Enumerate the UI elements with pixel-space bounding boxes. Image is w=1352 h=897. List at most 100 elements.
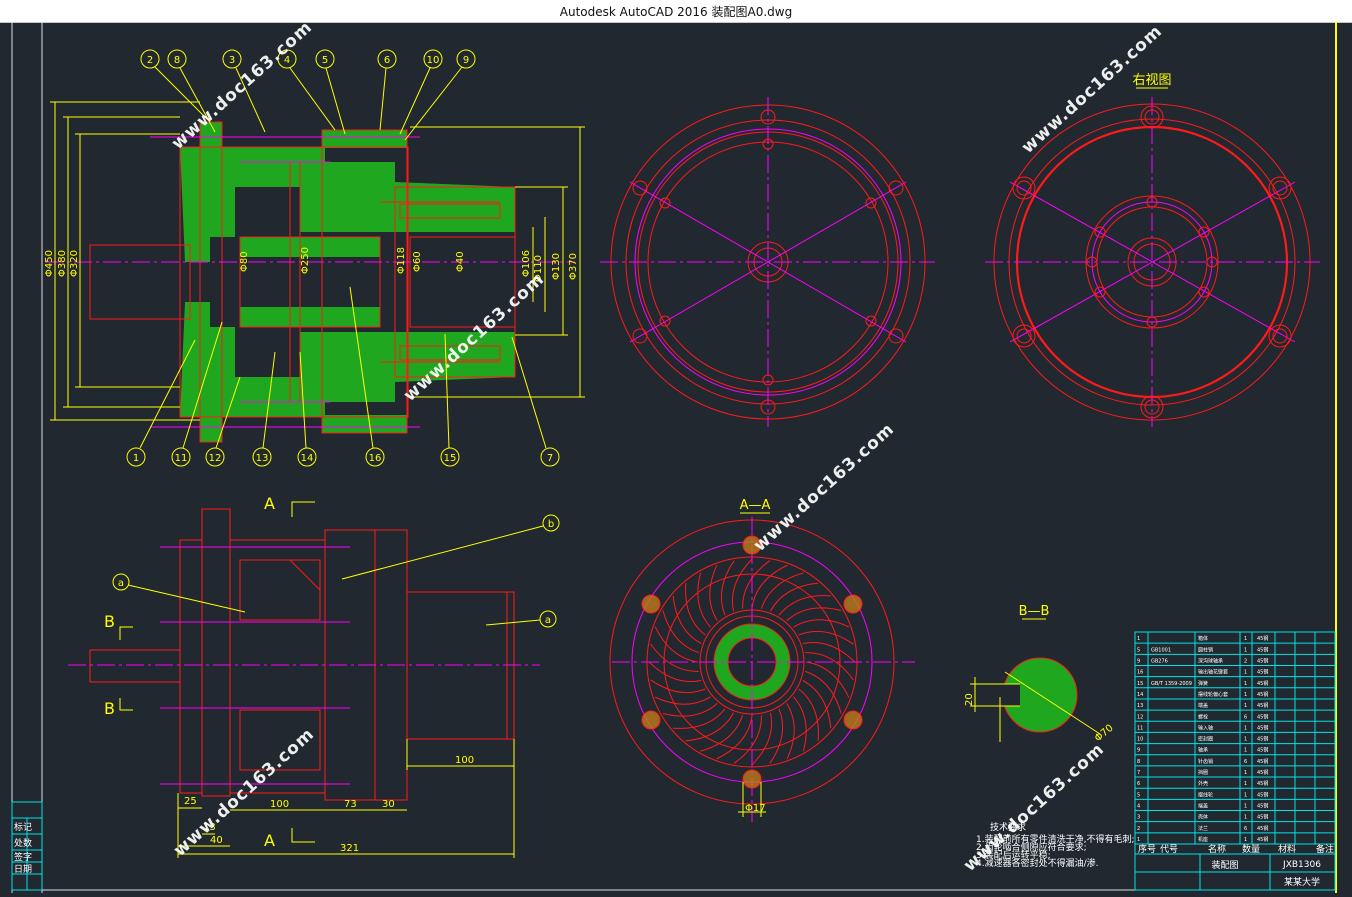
cycloid-tooth xyxy=(720,560,735,616)
leader-a2: a xyxy=(545,615,551,626)
bom-cell-no: 3 xyxy=(1137,815,1140,821)
dim-phi380: Φ380 xyxy=(57,250,68,277)
dim-phi450: Φ450 xyxy=(44,250,55,277)
balloon-9: 9 xyxy=(463,55,469,66)
company: 某某大学 xyxy=(1284,876,1320,888)
section-bb-title: B—B xyxy=(1019,604,1050,619)
bom-cell-mat: 45钢 xyxy=(1257,814,1268,821)
left-end-view[interactable] xyxy=(600,97,935,427)
bom-cell-mat: 45钢 xyxy=(1257,780,1268,787)
bom-cell-mat: 45钢 xyxy=(1257,713,1268,720)
bom-cell-no: 1 xyxy=(1137,837,1140,843)
dim-phi130: Φ130 xyxy=(551,253,562,280)
strip-label-2: 签字 xyxy=(14,851,32,863)
cycloid-tooth xyxy=(805,652,854,681)
cycloid-tooth xyxy=(798,688,819,742)
bom-cell-qty: 1 xyxy=(1244,636,1247,642)
balloon-14: 14 xyxy=(301,453,314,464)
balloon-1: 1 xyxy=(133,453,139,464)
bom-cell-code: GB1001 xyxy=(1151,647,1171,653)
drawing-canvas[interactable]: 标记 处数 签字 日期 Φ450 Φ380 Φ320 Φ80 Φ250 Φ118… xyxy=(0,17,1352,893)
cycloid-tooth xyxy=(778,595,832,616)
dim-100a: 100 xyxy=(270,799,289,810)
balloon-5: 5 xyxy=(322,55,328,66)
dim-20: 20 xyxy=(964,693,975,706)
bom-cell-name: 输入轴 xyxy=(1198,724,1213,731)
main-section-view[interactable]: Φ450 Φ380 Φ320 Φ80 Φ250 Φ118 Φ60 Φ40 Φ10… xyxy=(44,101,585,443)
bom-cell-name: 挡圈 xyxy=(1198,769,1208,776)
bom-cell-qty: 1 xyxy=(1244,781,1247,787)
bom-cell-qty: 1 xyxy=(1244,804,1247,810)
bom-cell-no: 6 xyxy=(1137,781,1140,787)
bom-cell-qty: 1 xyxy=(1244,670,1247,676)
bom-cell-no: 5 xyxy=(1137,647,1140,653)
bom-cell-code: GB/T 1359-2009 xyxy=(1151,681,1192,687)
watermark-5: www.doc163.com xyxy=(170,724,319,861)
bom-cell-no: 8 xyxy=(1137,759,1140,765)
dim-100b: 100 xyxy=(455,755,474,766)
bom-cell-qty: 1 xyxy=(1244,837,1247,843)
balloon-13: 13 xyxy=(256,453,269,464)
bom-h-mat: 材料 xyxy=(1278,843,1296,855)
dim-phi320: Φ320 xyxy=(69,250,80,277)
bom-cell-name: 摆线轮偏心套 xyxy=(1198,691,1228,698)
bom-cell-qty: 1 xyxy=(1244,681,1247,687)
bom-cell-mat: 45钢 xyxy=(1257,803,1268,810)
bom-cell-no: 10 xyxy=(1137,737,1143,743)
dim-phi40: Φ40 xyxy=(455,251,466,272)
bom-cell-qty: 1 xyxy=(1244,815,1247,821)
cycloid-tooth xyxy=(672,708,726,729)
bom-cell-name: 外壳 xyxy=(1198,780,1208,787)
bom-cell-name: 壳体 xyxy=(1198,814,1208,821)
bom-h-qty: 数量 xyxy=(1242,843,1260,855)
balloon-15: 15 xyxy=(444,453,457,464)
leader-a1: a xyxy=(118,578,124,589)
bom-cell-qty: 1 xyxy=(1244,703,1247,709)
window-title: Autodesk AutoCAD 2016 装配图A0.dwg xyxy=(559,5,793,19)
bom-cell-name: 针齿销 xyxy=(1198,758,1213,765)
balloon-3: 3 xyxy=(229,55,235,66)
cycloid-tooth xyxy=(650,643,699,672)
section-aa-title: A—A xyxy=(740,498,771,513)
bom-cell-name: 机座 xyxy=(1198,836,1208,843)
cycloid-tooth xyxy=(742,560,771,609)
balloon-12: 12 xyxy=(209,453,222,464)
dim-phi80: Φ80 xyxy=(239,251,250,272)
cad-drawing[interactable]: 标记 处数 签字 日期 Φ450 Φ380 Φ320 Φ80 Φ250 Φ118… xyxy=(0,17,1352,893)
watermark-1: www.doc163.com xyxy=(168,22,317,154)
cycloid-tooth xyxy=(733,715,762,764)
dim-phi118: Φ118 xyxy=(396,247,407,274)
bom-cell-qty: 6 xyxy=(1244,826,1247,832)
bom-cell-no: 4 xyxy=(1137,804,1140,810)
bom-h-code: 代号 xyxy=(1160,844,1178,855)
bom-cell-mat: 45钢 xyxy=(1257,691,1268,698)
cycloid-tooth xyxy=(654,696,711,705)
bom-cell-qty: 1 xyxy=(1244,692,1247,698)
bom-h-no: 序号 xyxy=(1138,843,1156,855)
section-b-b[interactable]: B—B 20 Φ70 xyxy=(964,604,1116,744)
bom-cell-name: 端盖 xyxy=(1198,803,1208,810)
bom-cell-qty: 1 xyxy=(1244,748,1247,754)
front-outline-view[interactable]: A A B B a b a 25 13 40 100 73 30 321 100 xyxy=(68,494,560,858)
bom-cell-mat: 45钢 xyxy=(1257,836,1268,843)
bom-cell-no: 12 xyxy=(1137,714,1143,720)
bom-cell-name: 密封圈 xyxy=(1198,736,1213,743)
bom-cell-name: 端盖 xyxy=(1198,702,1208,709)
strip-label-0: 标记 xyxy=(14,821,32,833)
cycloid-tooth xyxy=(709,564,718,621)
bom-cell-qty: 2 xyxy=(1244,658,1247,664)
bom-cell-mat: 45钢 xyxy=(1257,635,1268,642)
dim-phi250: Φ250 xyxy=(300,247,311,274)
bom-cell-no: 16 xyxy=(1137,670,1143,676)
bom-cell-name: 圆柱销 xyxy=(1198,646,1213,653)
bom-h-name: 名称 xyxy=(1208,843,1226,855)
bom-cell-qty: 6 xyxy=(1244,759,1247,765)
bom-cell-code: GB276 xyxy=(1151,658,1168,664)
section-mark-a-bottom: A xyxy=(264,831,275,850)
sheet-no: JXB1306 xyxy=(1282,860,1321,870)
bom-cell-mat: 45钢 xyxy=(1257,747,1268,754)
dim-phi370: Φ370 xyxy=(568,253,579,280)
bom-h-note: 备注 xyxy=(1316,843,1334,855)
cycloid-tooth xyxy=(793,619,850,628)
cycloid-tooth xyxy=(662,702,718,717)
